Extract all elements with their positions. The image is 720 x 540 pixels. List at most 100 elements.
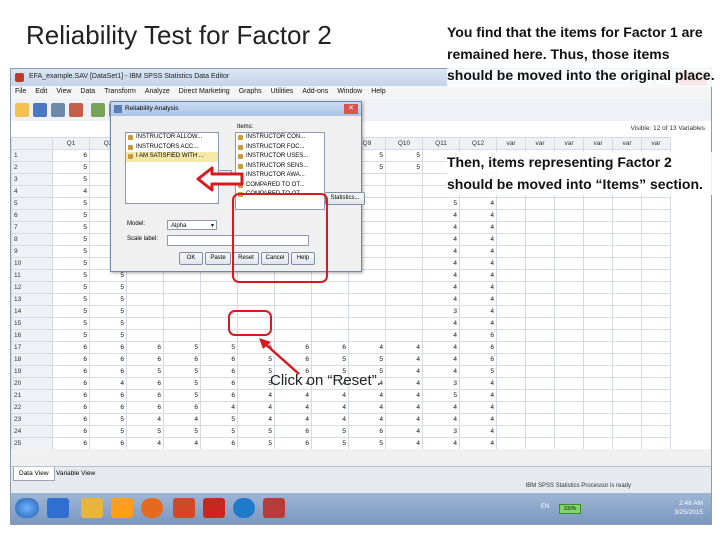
data-cell[interactable]: 6 [459,341,497,354]
data-cell[interactable] [554,305,584,318]
data-cell[interactable]: 5 [89,293,127,306]
data-cell[interactable]: 4 [459,233,497,246]
data-cell[interactable] [496,425,526,438]
language-indicator[interactable]: EN [541,504,549,510]
column-header[interactable]: Q12 [459,137,497,150]
tab-data-view[interactable]: Data View [13,467,55,481]
row-number[interactable]: 22 [11,401,53,414]
data-cell[interactable]: 4 [274,389,312,402]
data-cell[interactable] [525,329,555,342]
data-cell[interactable]: 5 [52,233,90,246]
data-cell[interactable] [612,377,642,390]
data-cell[interactable]: 6 [200,437,238,449]
menu-view[interactable]: View [52,86,76,99]
data-cell[interactable] [525,353,555,366]
data-cell[interactable]: 5 [422,389,460,402]
data-cell[interactable]: 6 [52,437,90,449]
data-cell[interactable] [525,257,555,270]
row-number[interactable]: 3 [11,173,53,186]
data-cell[interactable] [496,341,526,354]
row-number[interactable]: 25 [11,437,53,449]
list-item[interactable]: I AM SATISFIED WITH ... [126,152,218,162]
data-cell[interactable]: 5 [126,365,164,378]
data-cell[interactable] [641,437,671,449]
data-cell[interactable]: 5 [348,353,386,366]
data-cell[interactable] [496,353,526,366]
dialog-close-icon[interactable]: ✕ [344,104,358,114]
data-cell[interactable]: 4 [422,365,460,378]
data-cell[interactable] [163,317,201,330]
data-cell[interactable]: 4 [163,437,201,449]
data-cell[interactable]: 6 [52,401,90,414]
data-cell[interactable] [496,317,526,330]
data-cell[interactable]: 4 [422,341,460,354]
data-cell[interactable]: 5 [163,425,201,438]
data-cell[interactable]: 5 [163,377,201,390]
data-cell[interactable]: 4 [89,377,127,390]
data-cell[interactable] [583,365,613,378]
data-cell[interactable] [525,365,555,378]
folder-icon[interactable] [81,498,103,518]
data-cell[interactable] [612,269,642,282]
data-cell[interactable]: 6 [89,353,127,366]
data-cell[interactable]: 5 [422,197,460,210]
data-cell[interactable]: 6 [52,389,90,402]
data-cell[interactable] [612,209,642,222]
data-cell[interactable]: 5 [311,353,349,366]
data-cell[interactable]: 6 [52,353,90,366]
data-cell[interactable] [612,365,642,378]
data-cell[interactable]: 4 [126,413,164,426]
row-number[interactable]: 24 [11,425,53,438]
row-number[interactable]: 9 [11,245,53,258]
data-cell[interactable]: 4 [422,221,460,234]
data-cell[interactable]: 4 [422,257,460,270]
data-cell[interactable] [274,293,312,306]
data-cell[interactable] [525,401,555,414]
data-cell[interactable]: 4 [237,413,275,426]
data-cell[interactable]: 5 [126,425,164,438]
data-cell[interactable]: 4 [459,293,497,306]
data-cell[interactable]: 5 [311,437,349,449]
data-cell[interactable] [583,329,613,342]
data-cell[interactable]: 6 [163,401,201,414]
data-cell[interactable]: 4 [459,305,497,318]
row-number[interactable]: 12 [11,281,53,294]
data-cell[interactable]: 6 [89,437,127,449]
data-cell[interactable] [525,245,555,258]
data-cell[interactable] [496,401,526,414]
column-header[interactable]: Q10 [385,137,423,150]
data-cell[interactable]: 6 [89,365,127,378]
data-cell[interactable] [126,281,164,294]
data-cell[interactable] [612,305,642,318]
data-cell[interactable] [385,269,423,282]
data-cell[interactable] [385,233,423,246]
data-cell[interactable]: 4 [422,245,460,258]
data-cell[interactable]: 4 [459,317,497,330]
data-cell[interactable] [385,305,423,318]
clock[interactable]: 2:48 AM 3/25/2015 [674,499,703,517]
data-cell[interactable]: 5 [163,341,201,354]
row-number[interactable]: 4 [11,185,53,198]
row-number[interactable]: 23 [11,413,53,426]
data-cell[interactable] [554,293,584,306]
data-cell[interactable] [525,437,555,449]
data-cell[interactable]: 4 [385,377,423,390]
data-cell[interactable] [525,269,555,282]
pdf-icon[interactable] [203,498,225,518]
data-cell[interactable] [583,257,613,270]
data-cell[interactable]: 4 [459,401,497,414]
data-cell[interactable]: 5 [52,161,90,174]
column-header[interactable]: var [554,137,584,150]
data-cell[interactable] [496,281,526,294]
data-cell[interactable]: 6 [274,437,312,449]
data-cell[interactable]: 4 [422,233,460,246]
data-cell[interactable]: 6 [126,401,164,414]
data-cell[interactable] [583,197,613,210]
data-cell[interactable] [200,293,238,306]
browser-icon[interactable] [233,498,255,518]
data-cell[interactable]: 5 [237,437,275,449]
data-cell[interactable] [554,413,584,426]
data-cell[interactable]: 6 [348,425,386,438]
data-cell[interactable]: 4 [385,401,423,414]
data-cell[interactable] [612,281,642,294]
